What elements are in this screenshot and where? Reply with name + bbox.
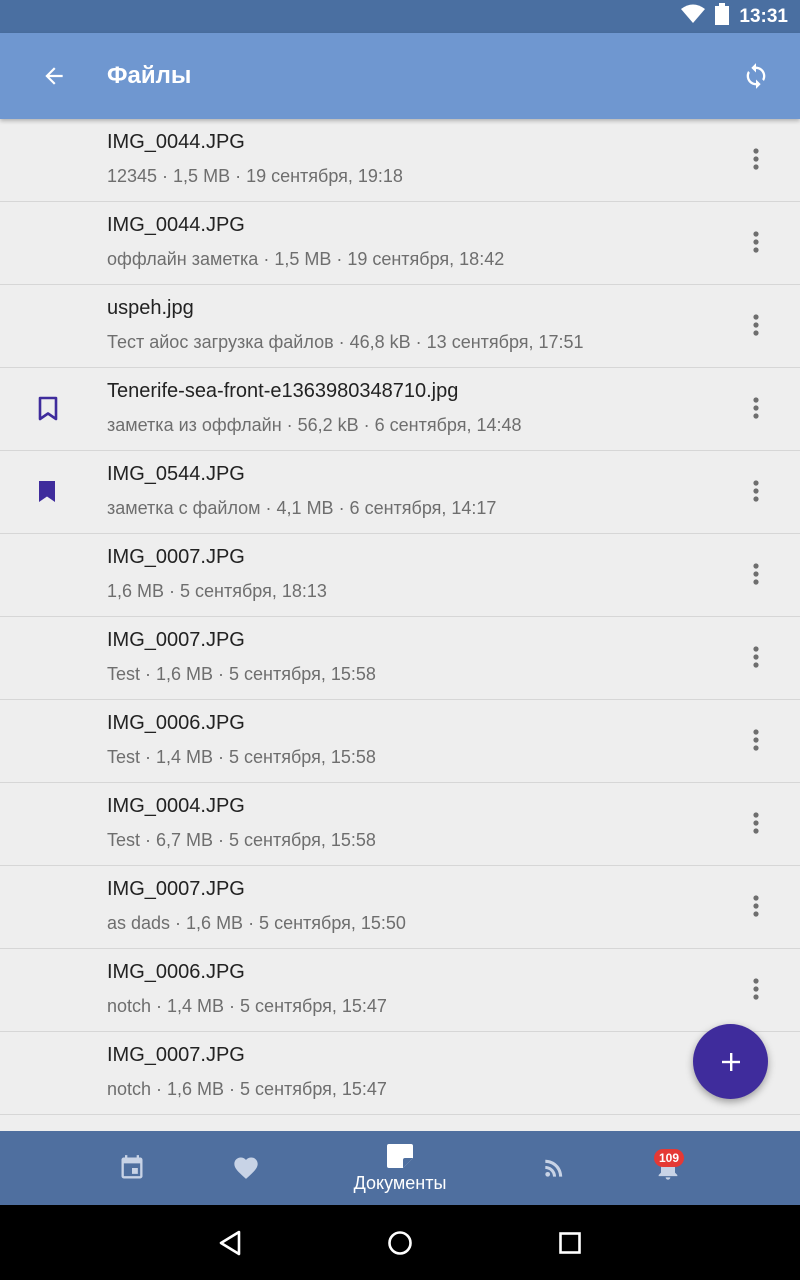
more-vert-icon <box>753 148 759 170</box>
file-row[interactable]: IMG_0007.JPGas dads · 1,6 MB · 5 сентябр… <box>0 866 800 949</box>
more-vert-icon <box>753 646 759 668</box>
file-name: IMG_0004.JPG <box>107 795 245 817</box>
file-meta: 12345 · 1,5 MB · 19 сентября, 19:18 <box>107 166 403 186</box>
tab-notifications[interactable]: 109 <box>632 1131 704 1205</box>
system-recents-button[interactable] <box>550 1223 590 1263</box>
file-row[interactable]: IMG_0006.JPG Test · 1,4 MB · 5 сентября, … <box>0 700 800 783</box>
more-options-button[interactable] <box>738 390 774 426</box>
more-options-button[interactable] <box>738 722 774 758</box>
file-name: IMG_0044.JPG <box>107 131 245 153</box>
file-name: IMG_0044.JPG <box>107 214 245 236</box>
more-vert-icon <box>753 231 759 253</box>
add-button[interactable] <box>693 1024 768 1099</box>
file-meta: Test · 6,7 MB · 5 сентября, 15:58 <box>107 830 376 850</box>
more-options-button[interactable] <box>738 224 774 260</box>
calendar-icon <box>121 1155 143 1179</box>
file-row[interactable]: IMG_0006.JPGnotch · 1,4 MB · 5 сентября,… <box>0 949 800 1032</box>
file-meta: notch · 1,6 MB · 5 сентября, 15:47 <box>107 1079 387 1099</box>
file-name: IMG_0007.JPG <box>107 546 245 568</box>
more-vert-icon <box>753 895 759 917</box>
page-title: Файлы <box>107 62 192 89</box>
tab-documents[interactable]: Документы <box>330 1131 470 1205</box>
file-name: Tenerife-sea-front-e1363980348710.jpg <box>107 380 459 402</box>
file-meta: Тест айос загрузка файлов · 46,8 kB · 13… <box>107 332 584 352</box>
tab-documents-label: Документы <box>353 1172 447 1193</box>
more-vert-icon <box>753 729 759 751</box>
file-name: uspeh.jpg <box>107 297 194 319</box>
more-options-button[interactable] <box>738 639 774 675</box>
more-vert-icon <box>753 480 759 502</box>
file-row[interactable]: Tenerife-sea-front-e1363980348710.jpg зам… <box>0 368 800 451</box>
wifi-icon <box>681 4 706 29</box>
status-bar: 13:31 <box>0 0 800 33</box>
more-vert-icon <box>753 563 759 585</box>
system-home-button[interactable] <box>380 1223 420 1263</box>
back-button[interactable] <box>34 56 74 96</box>
sync-icon <box>746 63 766 89</box>
bookmark-filled-icon[interactable] <box>36 479 60 505</box>
file-meta: заметка из оффлайн · 56,2 kB · 6 сентябр… <box>107 415 522 435</box>
more-vert-icon <box>753 812 759 834</box>
app-bar: Файлы <box>0 33 800 119</box>
file-meta: notch · 1,4 MB · 5 сентября, 15:47 <box>107 996 387 1016</box>
file-row[interactable]: IMG_0004.JPG Test · 6,7 MB · 5 сентября, … <box>0 783 800 866</box>
square-recents-icon <box>559 1232 581 1254</box>
more-vert-icon <box>753 314 759 336</box>
file-meta: заметка с файлом · 4,1 MB · 6 сентября, … <box>107 498 497 518</box>
file-row[interactable]: IMG_0007.JPG Test · 1,6 MB · 5 сентября, … <box>0 617 800 700</box>
triangle-back-icon <box>219 1230 241 1256</box>
file-meta: Test · 1,6 MB · 5 сентября, 15:58 <box>107 664 376 684</box>
more-options-button[interactable] <box>738 473 774 509</box>
file-name: IMG_0006.JPG <box>107 961 245 983</box>
plus-icon <box>721 1052 740 1071</box>
file-meta: as dads · 1,6 MB · 5 сентября, 15:50 <box>107 913 406 933</box>
rss-icon <box>545 1159 563 1177</box>
battery-icon <box>715 3 730 30</box>
more-vert-icon <box>753 397 759 419</box>
bottom-navigation: Документы 109 <box>0 1131 800 1205</box>
file-row[interactable]: IMG_0544.JPG заметка с файлом · 4,1 MB · … <box>0 451 800 534</box>
file-list: IMG_0044.JPG 12345 · 1,5 MB · 19 сентября… <box>0 119 800 1131</box>
bookmark-outline-icon[interactable] <box>36 396 60 422</box>
file-row[interactable]: IMG_0044.JPG 12345 · 1,5 MB · 19 сентября… <box>0 119 800 202</box>
arrow-back-icon <box>45 67 63 85</box>
file-row[interactable]: IMG_0007.JPG 1,6 MB · 5 сентября, 18:13 <box>0 534 800 617</box>
tab-calendar[interactable] <box>96 1131 168 1205</box>
more-options-button[interactable] <box>738 805 774 841</box>
sync-button[interactable] <box>736 56 776 96</box>
file-name: IMG_0007.JPG <box>107 1044 245 1066</box>
status-time: 13:31 <box>739 5 788 27</box>
circle-home-icon <box>388 1231 412 1255</box>
file-name: IMG_0007.JPG <box>107 878 245 900</box>
file-meta: Test · 1,4 MB · 5 сентября, 15:58 <box>107 747 376 767</box>
file-name: IMG_0007.JPG <box>107 629 245 651</box>
file-meta: 1,6 MB · 5 сентября, 18:13 <box>107 581 327 601</box>
system-back-button[interactable] <box>210 1223 250 1263</box>
more-options-button[interactable] <box>738 971 774 1007</box>
more-options-button[interactable] <box>738 141 774 177</box>
file-meta: оффлайн заметка · 1,5 MB · 19 сентября, … <box>107 249 505 269</box>
more-options-button[interactable] <box>738 307 774 343</box>
tab-favorites[interactable] <box>210 1131 282 1205</box>
more-options-button[interactable] <box>738 888 774 924</box>
tab-feed[interactable] <box>518 1131 590 1205</box>
system-navigation-bar <box>0 1205 800 1280</box>
more-vert-icon <box>753 978 759 1000</box>
file-name: IMG_0006.JPG <box>107 712 245 734</box>
file-row[interactable]: IMG_0044.JPG оффлайн заметка · 1,5 MB · 1… <box>0 202 800 285</box>
file-row[interactable]: uspeh.jpg Тест айос загрузка файлов · 46,… <box>0 285 800 368</box>
document-icon <box>387 1143 413 1168</box>
file-row[interactable]: IMG_0007.JPGnotch · 1,6 MB · 5 сентября,… <box>0 1032 800 1115</box>
heart-icon <box>234 1157 258 1179</box>
more-options-button[interactable] <box>738 556 774 592</box>
notification-badge: 109 <box>654 1149 685 1167</box>
file-name: IMG_0544.JPG <box>107 463 245 485</box>
